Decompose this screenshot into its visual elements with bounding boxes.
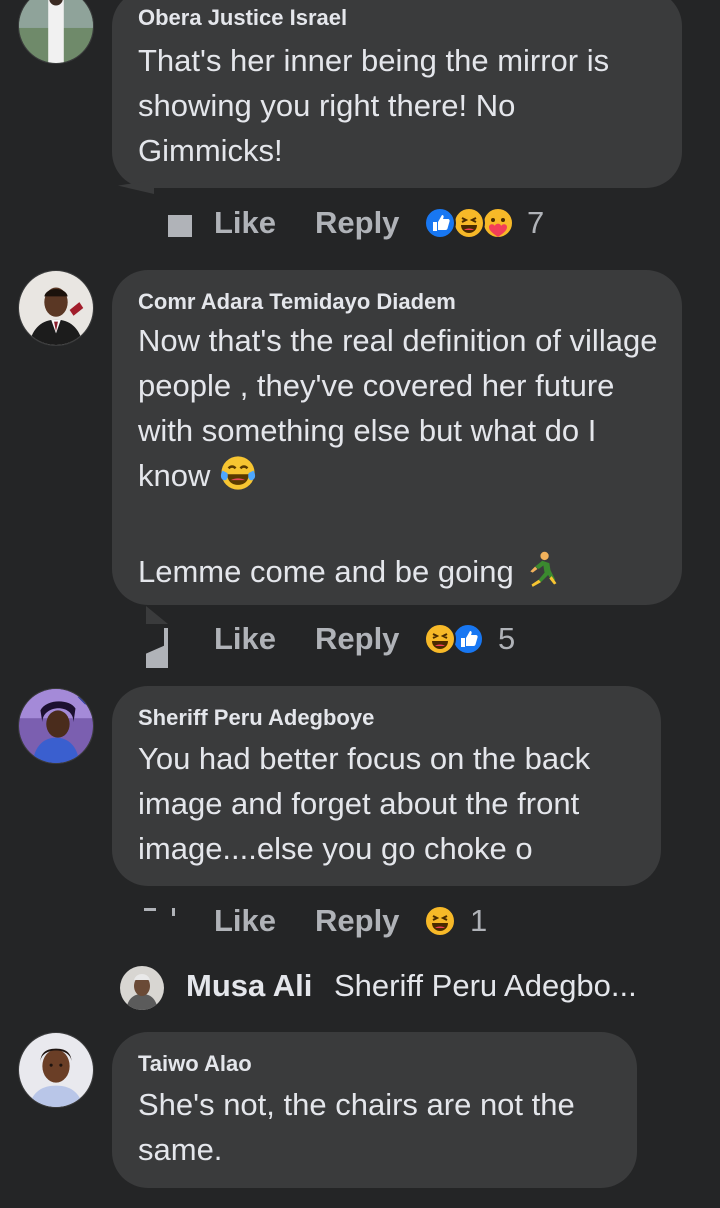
avatar-obera-justice-israel[interactable] <box>18 0 94 64</box>
reply-button[interactable]: Reply <box>315 896 399 946</box>
comment-author[interactable]: Comr Adara Temidayo Diadem <box>138 288 656 316</box>
reply-snippet[interactable]: Sheriff Peru Adegbo... <box>334 962 637 1010</box>
comment-text: Now that's the real definition of villag… <box>138 318 668 504</box>
comment-actions-2: Like Reply 5 <box>0 614 720 664</box>
avatar-taiwo-alao[interactable] <box>18 1032 94 1108</box>
artifact-square <box>168 215 192 237</box>
like-button[interactable]: Like <box>214 198 276 248</box>
avatar-sheriff-peru-adegboye[interactable] <box>18 688 94 764</box>
reply-author[interactable]: Musa Ali <box>186 962 312 1010</box>
artifact-marks <box>172 908 175 916</box>
care-icon <box>482 207 514 239</box>
like-button[interactable]: Like <box>214 614 276 664</box>
artifact-marks <box>144 908 156 911</box>
reply-preview[interactable]: Musa Ali Sheriff Peru Adegbo... <box>120 962 720 1010</box>
comment-bubble-4: Taiwo Alao She's not, the chairs are not… <box>112 1032 637 1188</box>
comment-author[interactable]: Obera Justice Israel <box>138 4 656 32</box>
comment-actions-3: Like Reply 1 <box>0 896 720 946</box>
comment-text-line1: Now that's the real definition of villag… <box>138 323 667 493</box>
haha-icon <box>424 623 456 655</box>
like-icon <box>452 623 484 655</box>
reaction-count[interactable]: 5 <box>498 614 515 664</box>
comment-text-line2: Lemme come and be going <box>138 549 668 600</box>
reply-button[interactable]: Reply <box>315 198 399 248</box>
comment-text: That's her inner being the mirror is sho… <box>138 43 618 168</box>
comment-author[interactable]: Sheriff Peru Adegboye <box>138 704 635 732</box>
comment-bubble-1: Obera Justice Israel That's her inner be… <box>112 0 682 188</box>
haha-icon <box>424 905 456 937</box>
reaction-count[interactable]: 1 <box>470 896 487 946</box>
tears-of-joy-emoji <box>219 454 257 504</box>
haha-icon <box>453 207 485 239</box>
comment-text: She's not, the chairs are not the same. <box>138 1087 584 1167</box>
comment-bubble-3: Sheriff Peru Adegboye You had better foc… <box>112 686 661 886</box>
running-man-emoji <box>522 550 560 600</box>
reactions-summary[interactable] <box>424 623 486 655</box>
avatar-comr-adara-temidayo-diadem[interactable] <box>18 270 94 346</box>
comment-text-line2-label: Lemme come and be going <box>138 554 514 589</box>
reactions-summary[interactable] <box>424 207 524 239</box>
reply-button[interactable]: Reply <box>315 614 399 664</box>
like-button[interactable]: Like <box>214 896 276 946</box>
reactions-summary[interactable] <box>424 905 456 937</box>
comment-author[interactable]: Taiwo Alao <box>138 1050 611 1078</box>
reply-avatar-musa-ali[interactable] <box>120 966 164 1010</box>
comment-bubble-2: Comr Adara Temidayo Diadem Now that's th… <box>112 270 682 605</box>
reaction-count[interactable]: 7 <box>527 198 544 248</box>
comment-actions-1: Like Reply 7 <box>0 198 720 248</box>
comment-text: You had better focus on the back image a… <box>138 741 599 866</box>
like-icon <box>424 207 456 239</box>
